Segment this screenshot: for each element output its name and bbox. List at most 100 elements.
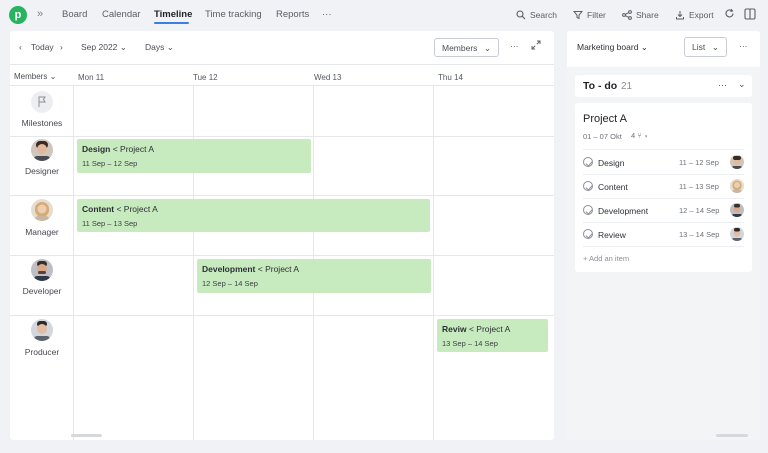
- tab-time-tracking[interactable]: Time tracking: [205, 9, 262, 20]
- active-tab-indicator: [154, 22, 189, 24]
- chevron-down-icon: ⌄: [640, 42, 648, 52]
- flag-icon: [38, 96, 46, 107]
- side-scrollbar[interactable]: [716, 434, 748, 437]
- subtask-icon: ⑂: [637, 131, 642, 140]
- avatar: [730, 155, 744, 169]
- timeline-bar-content[interactable]: Content < Project A 11 Sep – 13 Sep: [77, 199, 430, 232]
- bar-project: < Project A: [112, 144, 155, 154]
- bar-project: < Project A: [257, 264, 300, 274]
- avatar: [31, 259, 53, 281]
- today-button[interactable]: Today: [31, 42, 54, 52]
- view-select[interactable]: List ⌄: [684, 37, 727, 57]
- bar-project: < Project A: [116, 204, 158, 214]
- app-logo[interactable]: p: [9, 6, 27, 24]
- task-date: 11 – 12 Sep: [679, 158, 719, 167]
- horizontal-scrollbar[interactable]: [71, 434, 102, 437]
- task-row[interactable]: Review 13 – 14 Sep: [575, 223, 752, 246]
- task-divider: [583, 246, 744, 247]
- column-title: To - do: [583, 80, 618, 92]
- expand-sidebar-icon[interactable]: »: [37, 8, 43, 20]
- column-count: 21: [621, 81, 633, 92]
- task-date: 11 – 13 Sep: [679, 182, 719, 191]
- check-icon[interactable]: [583, 205, 593, 215]
- timeline-bar-design[interactable]: Design < Project A 11 Sep – 12 Sep: [77, 139, 311, 173]
- bar-title: Design < Project A: [82, 144, 311, 154]
- chevron-down-icon: ⌄: [483, 43, 491, 53]
- subtask-count[interactable]: 4 ⑂ ▾: [631, 131, 648, 140]
- milestone-row-icon: [31, 91, 53, 113]
- bar-dates: 11 Sep – 12 Sep: [82, 159, 138, 168]
- collapse-column-icon[interactable]: ⌄: [738, 79, 746, 90]
- tab-calendar[interactable]: Calendar: [102, 9, 141, 20]
- row-divider: [10, 195, 554, 196]
- avatar: [31, 139, 53, 161]
- month-label: Sep 2022: [81, 42, 118, 52]
- task-row[interactable]: Design 11 – 12 Sep: [575, 151, 752, 174]
- column-header: To - do 21 ··· ⌄: [575, 75, 752, 97]
- bar-dates: 11 Sep – 13 Sep: [82, 219, 138, 228]
- chevron-down-icon: ⌄: [49, 72, 57, 81]
- row-divider: [10, 136, 554, 137]
- search-button[interactable]: Search: [516, 10, 557, 20]
- export-button[interactable]: Export: [675, 10, 714, 20]
- board-select[interactable]: Marketing board ⌄: [577, 42, 648, 53]
- month-select[interactable]: Sep 2022 ⌄: [81, 42, 127, 53]
- column-more-button[interactable]: ···: [718, 80, 727, 90]
- export-icon: [676, 11, 684, 20]
- row-divider: [10, 315, 554, 316]
- members-label: Members: [442, 43, 478, 53]
- timeline-bar-development[interactable]: Development < Project A 12 Sep – 14 Sep: [197, 259, 431, 293]
- scale-label: Days: [145, 42, 165, 52]
- scale-select[interactable]: Days ⌄: [145, 42, 174, 53]
- avatar: [730, 179, 744, 193]
- task-name: Review: [598, 230, 626, 240]
- bar-project: < Project A: [468, 324, 511, 334]
- bar-dates: 12 Sep – 14 Sep: [202, 279, 258, 288]
- add-item-button[interactable]: + Add an item: [583, 254, 629, 263]
- members-column-header[interactable]: Members ⌄: [14, 72, 56, 81]
- row-label-manager: Manager: [25, 227, 59, 237]
- tab-reports[interactable]: Reports: [276, 9, 309, 20]
- bar-task: Development: [202, 264, 256, 274]
- tab-timeline[interactable]: Timeline: [154, 9, 192, 20]
- filter-button[interactable]: Filter: [572, 10, 606, 20]
- avatar: [730, 227, 744, 241]
- board-side-panel: Marketing board ⌄ List ⌄ ··· To - do 21 ·…: [567, 31, 760, 440]
- more-options-button[interactable]: ···: [510, 41, 519, 51]
- bar-task: Reviw: [442, 324, 467, 334]
- day-header: Wed 13: [314, 73, 342, 82]
- search-icon: [516, 10, 526, 20]
- task-row[interactable]: Content 11 – 13 Sep: [575, 175, 752, 198]
- avatar: [730, 203, 744, 217]
- task-date: 12 – 14 Sep: [679, 206, 720, 215]
- chevron-down-icon: ⌄: [119, 42, 127, 52]
- export-label: Export: [689, 10, 714, 20]
- share-button[interactable]: Share: [622, 10, 659, 20]
- bar-title: Reviw < Project A: [442, 324, 548, 334]
- side-more-button[interactable]: ···: [739, 41, 748, 51]
- task-name: Development: [598, 206, 649, 216]
- check-icon[interactable]: [583, 157, 593, 167]
- split-view-icon[interactable]: [744, 8, 756, 22]
- expand-icon[interactable]: [531, 40, 541, 52]
- prev-day-button[interactable]: ‹: [19, 42, 22, 52]
- timeline-bar-review[interactable]: Reviw < Project A 13 Sep – 14 Sep: [437, 319, 548, 352]
- search-label: Search: [530, 10, 557, 20]
- bar-title: Development < Project A: [202, 264, 431, 274]
- next-day-button[interactable]: ›: [60, 42, 63, 52]
- project-card[interactable]: Project A 01 – 07 Okt 4 ⑂ ▾ Design 11 – …: [575, 103, 752, 272]
- task-row[interactable]: Development 12 – 14 Sep: [575, 199, 752, 222]
- row-label-designer: Designer: [24, 166, 60, 176]
- day-header: Mon 11: [78, 73, 105, 82]
- tab-board[interactable]: Board: [62, 9, 87, 20]
- check-icon[interactable]: [583, 181, 593, 191]
- members-header-label: Members: [14, 72, 48, 81]
- members-filter-button[interactable]: Members ⌄: [434, 38, 499, 57]
- card-dates: 01 – 07 Okt: [583, 132, 622, 141]
- check-icon[interactable]: [583, 229, 593, 239]
- more-tabs-button[interactable]: ···: [322, 9, 332, 20]
- row-label-developer: Developer: [22, 286, 62, 296]
- refresh-icon[interactable]: [724, 8, 735, 21]
- timeline-panel: ‹ Today › Sep 2022 ⌄ Days ⌄ Members ⌄ ···…: [10, 31, 554, 440]
- filter-label: Filter: [587, 10, 606, 20]
